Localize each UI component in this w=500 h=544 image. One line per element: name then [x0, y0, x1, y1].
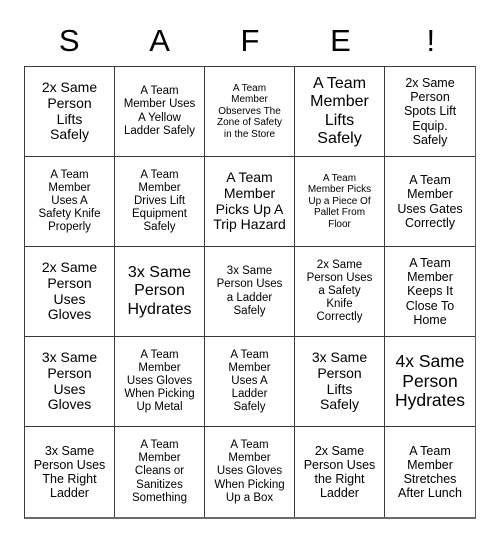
bingo-cell-label: A Team Member Picks Up a Piece Of Pallet… [307, 173, 372, 230]
bingo-cell-label: A Team Member Lifts Safely [310, 75, 369, 147]
header-letter-4: E [330, 22, 351, 58]
bingo-cell-label: 3x Same Person Uses a Ladder Safely [216, 265, 283, 317]
bingo-cell-label: A Team Member Uses A Yellow Ladder Safel… [123, 85, 196, 137]
bingo-cell-r3c3[interactable]: 3x Same Person Uses a Ladder Safely [205, 247, 295, 337]
bingo-cell-r2c1[interactable]: A Team Member Uses A Safety Knife Proper… [25, 157, 115, 247]
bingo-cell-r5c4[interactable]: 2x Same Person Uses the Right Ladder [295, 427, 385, 517]
bingo-cell-r4c2[interactable]: A Team Member Uses Gloves When Picking U… [115, 337, 205, 427]
bingo-cell-label: A Team Member Cleans or Sanitizes Someth… [132, 439, 187, 504]
bingo-grid: 2x Same Person Lifts Safely A Team Membe… [24, 66, 476, 519]
bingo-cell-label: 3x Same Person Hydrates [127, 264, 192, 318]
bingo-cell-r2c2[interactable]: A Team Member Drives Lift Equipment Safe… [115, 157, 205, 247]
bingo-cell-label: A Team Member Uses Gloves When Picking U… [214, 439, 285, 504]
bingo-cell-r1c3[interactable]: A Team Member Observes The Zone of Safet… [205, 67, 295, 157]
bingo-card: S A F E ! 2x Same Person Lifts Safely A … [24, 14, 476, 520]
bingo-cell-label: 3x Same Person Uses The Right Ladder [33, 443, 106, 501]
bingo-cell-label: A Team Member Observes The Zone of Safet… [216, 83, 283, 140]
header-letter-3: F [240, 22, 260, 58]
bingo-cell-label: A Team Member Uses A Safety Knife Proper… [38, 168, 101, 234]
bingo-cell-r1c2[interactable]: A Team Member Uses A Yellow Ladder Safel… [115, 67, 205, 157]
header-letter-1: S [58, 22, 80, 58]
bingo-cell-r4c1[interactable]: 3x Same Person Uses Gloves [25, 337, 115, 427]
bingo-cell-label: A Team Member Drives Lift Equipment Safe… [132, 168, 187, 234]
bingo-cell-r3c1[interactable]: 2x Same Person Uses Gloves [25, 247, 115, 337]
bingo-cell-label: 2x Same Person Uses the Right Ladder [303, 443, 376, 501]
bingo-cell-label: A Team Member Keeps It Close To Home [405, 255, 455, 327]
bingo-cell-r4c3[interactable]: A Team Member Uses A Ladder Safely [205, 337, 295, 427]
bingo-cell-label: A Team Member Picks Up A Trip Hazard [213, 168, 286, 233]
bingo-cell-label: A Team Member Uses Gates Correctly [397, 173, 463, 230]
bingo-cell-r5c2[interactable]: A Team Member Cleans or Sanitizes Someth… [115, 427, 205, 517]
bingo-cell-r3c2[interactable]: 3x Same Person Hydrates [115, 247, 205, 337]
bingo-cell-label: A Team Member Stretches After Lunch [398, 443, 462, 501]
bingo-cell-r2c4[interactable]: A Team Member Picks Up a Piece Of Pallet… [295, 157, 385, 247]
bingo-cell-r1c1[interactable]: 2x Same Person Lifts Safely [25, 67, 115, 157]
bingo-cell-r1c4[interactable]: A Team Member Lifts Safely [295, 67, 385, 157]
bingo-cell-r1c5[interactable]: 2x Same Person Spots Lift Equip. Safely [385, 67, 475, 157]
bingo-cell-label: 3x Same Person Lifts Safely [311, 348, 368, 413]
bingo-cell-r2c5[interactable]: A Team Member Uses Gates Correctly [385, 157, 475, 247]
bingo-cell-r4c4[interactable]: 3x Same Person Lifts Safely [295, 337, 385, 427]
bingo-cell-r5c3[interactable]: A Team Member Uses Gloves When Picking U… [205, 427, 295, 517]
bingo-cell-label: A Team Member Uses A Ladder Safely [228, 348, 271, 414]
header-letter-5: ! [426, 22, 436, 58]
bingo-cell-r4c5[interactable]: 4x Same Person Hydrates [385, 337, 475, 427]
bingo-cell-r3c4[interactable]: 2x Same Person Uses a Safety Knife Corre… [295, 247, 385, 337]
bingo-cell-r2c3[interactable]: A Team Member Picks Up A Trip Hazard [205, 157, 295, 247]
bingo-cell-r3c5[interactable]: A Team Member Keeps It Close To Home [385, 247, 475, 337]
header-letter-2: A [149, 22, 170, 58]
bingo-cell-label: 2x Same Person Lifts Safely [41, 78, 98, 143]
bingo-cell-label: A Team Member Uses Gloves When Picking U… [124, 348, 195, 414]
bingo-cell-r5c1[interactable]: 3x Same Person Uses The Right Ladder [25, 427, 115, 517]
bingo-cell-label: 2x Same Person Spots Lift Equip. Safely [403, 75, 457, 147]
bingo-cell-label: 4x Same Person Hydrates [394, 350, 466, 411]
bingo-cell-r5c5[interactable]: A Team Member Stretches After Lunch [385, 427, 475, 517]
bingo-cell-label: 2x Same Person Uses Gloves [41, 258, 98, 323]
bingo-cell-label: 3x Same Person Uses Gloves [41, 348, 98, 413]
bingo-header-row: S A F E ! [24, 14, 476, 66]
bingo-cell-label: 2x Same Person Uses a Safety Knife Corre… [306, 258, 373, 324]
